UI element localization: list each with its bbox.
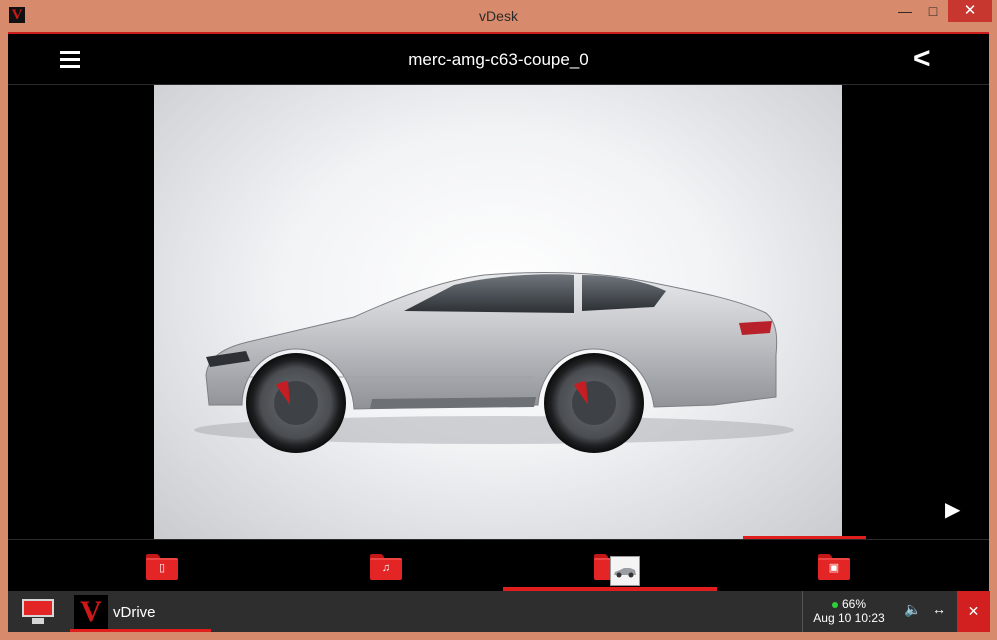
active-app-indicator (70, 629, 211, 632)
close-window-button[interactable]: ✕ (948, 0, 992, 22)
video-folder-icon: ▣ (818, 554, 850, 580)
image-viewer: ▶ (8, 85, 989, 540)
taskbar-app-label: vDrive (113, 604, 156, 621)
system-tray: 66% Aug 10 10:23 🔈 ↔ ✕ (802, 591, 990, 632)
app-window: V vDesk — □ ✕ merc-amg-c63-coupe_0 < ▶ ▯… (0, 0, 997, 640)
back-button[interactable]: < (913, 44, 931, 74)
tab-music[interactable]: ♫ (274, 540, 498, 592)
clock: Aug 10 10:23 (813, 611, 885, 625)
app-client-area: merc-amg-c63-coupe_0 < ▶ ▯ ♫ ▣ (8, 32, 989, 632)
vdrive-logo-icon: V (74, 595, 108, 629)
maximize-button[interactable]: □ (920, 0, 946, 22)
page-title: merc-amg-c63-coupe_0 (408, 50, 589, 69)
desktop-icon[interactable] (22, 599, 54, 625)
battery-status-icon (831, 601, 838, 608)
minimize-button[interactable]: — (892, 0, 918, 22)
window-title: vDesk (479, 8, 518, 24)
car-illustration (194, 272, 794, 453)
app-header: merc-amg-c63-coupe_0 < (8, 34, 989, 85)
close-session-button[interactable]: ✕ (957, 591, 990, 632)
battery-level: 66% (841, 597, 867, 611)
next-image-button[interactable]: ▶ (945, 497, 960, 522)
category-tab-bar: ▯ ♫ ▣ (8, 539, 989, 591)
status-readout: 66% Aug 10 10:23 (803, 597, 895, 625)
car-photo[interactable] (154, 85, 842, 539)
resize-icon[interactable]: ↔ (932, 601, 946, 617)
taskbar: V vDrive 66% Aug 10 10:23 🔈 ↔ ✕ (8, 591, 990, 632)
title-bar[interactable]: V vDesk — □ ✕ (0, 0, 997, 32)
volume-icon[interactable]: 🔈 (904, 601, 921, 618)
tab-documents[interactable]: ▯ (50, 540, 274, 592)
music-folder-icon: ♫ (370, 554, 402, 580)
tab-video[interactable]: ▣ (722, 540, 946, 592)
document-folder-icon: ▯ (146, 554, 178, 580)
taskbar-app-vdrive[interactable]: V vDrive (70, 595, 211, 632)
image-thumbnail[interactable] (610, 556, 640, 586)
